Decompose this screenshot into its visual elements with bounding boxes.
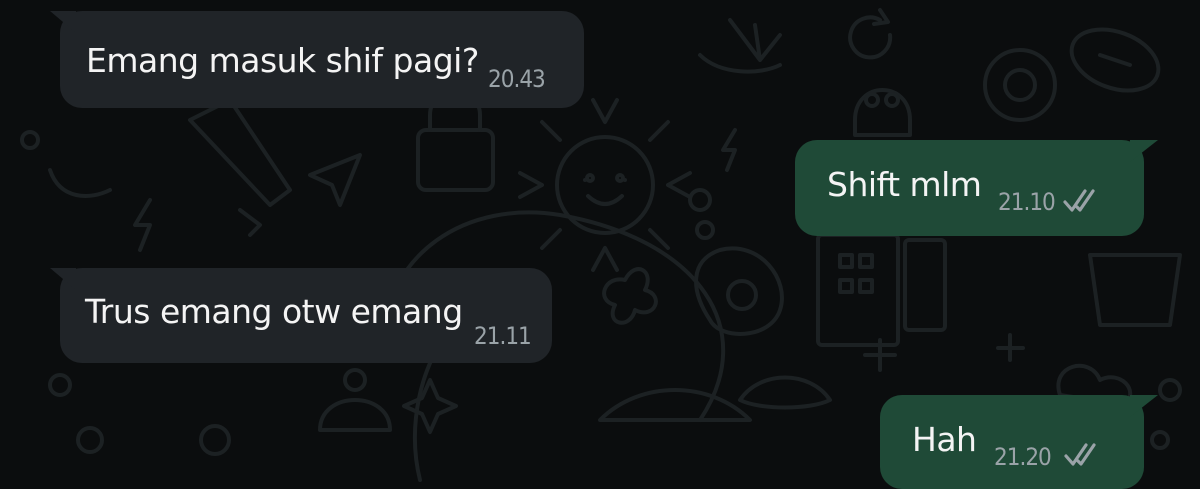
message-timestamp: 21.11 bbox=[474, 322, 532, 350]
message-text: Trus emang otw emang bbox=[85, 292, 463, 331]
message-bubble-incoming[interactable]: Trus emang otw emang 21.11 bbox=[50, 268, 552, 363]
sun-doodle bbox=[518, 98, 692, 272]
message-timestamp: 21.10 bbox=[998, 188, 1056, 216]
message-text: Emang masuk shif pagi? bbox=[86, 41, 479, 80]
message-timestamp: 21.20 bbox=[994, 443, 1052, 471]
message-timestamp: 20.43 bbox=[488, 65, 546, 93]
read-double-check-icon bbox=[1063, 189, 1095, 212]
message-text: Hah bbox=[912, 420, 977, 459]
message-bubble-outgoing[interactable]: Hah 21.20 bbox=[880, 395, 1158, 489]
message-bubble-incoming[interactable]: Emang masuk shif pagi? 20.43 bbox=[50, 11, 584, 108]
read-double-check-icon bbox=[1064, 443, 1096, 466]
message-bubble-outgoing[interactable]: Shift mlm 21.10 bbox=[795, 140, 1158, 236]
message-text: Shift mlm bbox=[827, 165, 982, 204]
